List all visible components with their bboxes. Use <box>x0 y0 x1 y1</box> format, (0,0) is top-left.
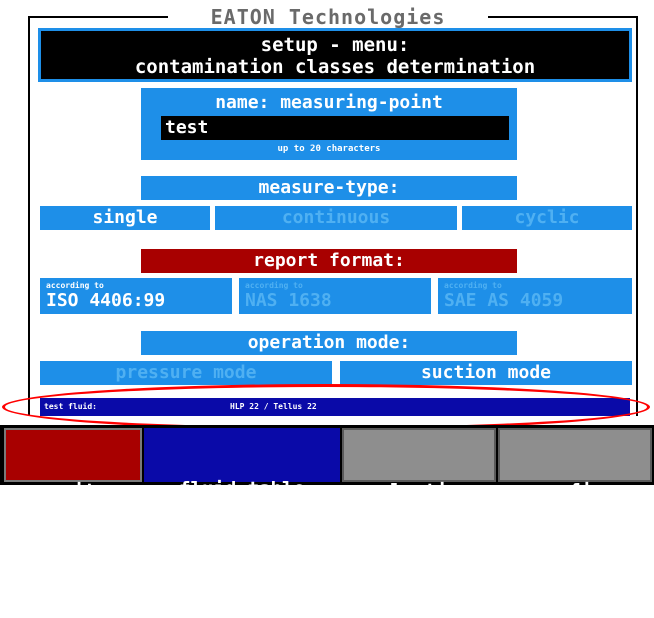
report-format-label: report format: <box>141 249 517 273</box>
quit-button-label: quit <box>50 480 96 502</box>
fluid-table-button[interactable]: fluid table [ F1 ] <box>144 428 340 569</box>
report-format-sae-option[interactable]: according to SAE AS 4059 <box>438 278 632 314</box>
fluid-table-button-key: [ F1 ] <box>207 547 277 569</box>
confirm-button-label: confirm <box>534 480 616 502</box>
test-fluid-label: test fluid: <box>44 402 97 411</box>
report-format-iso-name: ISO 4406:99 <box>46 290 166 311</box>
confirm-button-key: [ ENTER ] <box>523 549 627 571</box>
report-format-sae-prefix: according to <box>444 281 502 290</box>
selection-button-label: selection <box>367 480 471 502</box>
function-key-bar: quit [ ESC ] fluid table [ F1 ] selectio… <box>0 425 654 571</box>
operation-mode-suction-option[interactable]: suction mode <box>340 361 632 385</box>
frame-right-line <box>636 16 638 416</box>
measuring-point-hint: up to 20 characters <box>277 144 381 154</box>
selection-button[interactable]: selection [ ←↓↑→ ] <box>342 428 496 571</box>
measuring-point-input[interactable] <box>161 116 509 140</box>
operation-mode-pressure-option[interactable]: pressure mode <box>40 361 332 385</box>
quit-button-key: [ ESC ] <box>32 549 114 571</box>
menu-title-panel: setup - menu: contamination classes dete… <box>38 28 632 82</box>
report-format-nas-name: NAS 1638 <box>245 290 332 311</box>
selection-button-key: [ ←↓↑→ ] <box>373 549 465 571</box>
measure-type-cyclic-option[interactable]: cyclic <box>462 206 632 230</box>
report-format-sae-name: SAE AS 4059 <box>444 290 564 311</box>
measure-type-single-option[interactable]: single <box>40 206 210 230</box>
confirm-button[interactable]: confirm [ ENTER ] <box>498 428 652 571</box>
test-fluid-bar[interactable]: test fluid: HLP 22 / Tellus 22 <box>40 398 630 416</box>
menu-title-line2: contamination classes determination <box>134 56 536 78</box>
report-format-iso-prefix: according to <box>46 281 104 290</box>
menu-title-line1: setup - menu: <box>260 34 410 56</box>
test-fluid-value: HLP 22 / Tellus 22 <box>230 402 317 411</box>
report-format-nas-prefix: according to <box>245 281 303 290</box>
quit-button[interactable]: quit [ ESC ] <box>4 428 142 571</box>
operation-mode-label: operation mode: <box>141 331 517 355</box>
report-format-nas-option[interactable]: according to NAS 1638 <box>239 278 431 314</box>
report-format-iso-option[interactable]: according to ISO 4406:99 <box>40 278 232 314</box>
measuring-point-label: name: measuring-point <box>215 92 443 113</box>
frame-left-line <box>28 16 30 416</box>
app-title: EATON Technologies <box>168 4 488 30</box>
measure-type-continuous-option[interactable]: continuous <box>215 206 457 230</box>
measure-type-label: measure-type: <box>141 176 517 200</box>
measuring-point-name-panel: name: measuring-point up to 20 character… <box>141 88 517 160</box>
